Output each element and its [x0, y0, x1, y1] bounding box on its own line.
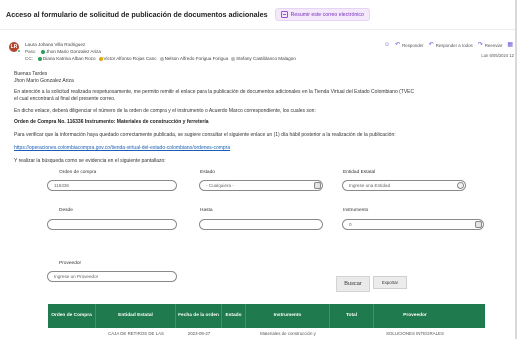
column-header: Entidad Estatal: [96, 304, 176, 328]
column-header: Instrumento: [246, 304, 330, 328]
cc-line: CC: Diana Katrina Alban Rozo Victor Alfons…: [25, 56, 296, 61]
reply-icon: ↶: [395, 42, 401, 48]
entidad-label: Entidad Estatal: [343, 170, 376, 175]
reply-button[interactable]: ↶ Responder: [395, 42, 424, 48]
summarize-email-label: Resumir este correo electrónico: [290, 11, 364, 18]
cc-recipient[interactable]: Victor Alfonso Rojas Canc: [104, 56, 157, 61]
sender-name[interactable]: Laura Johana Villa Rodriguez: [25, 42, 85, 47]
reply-all-button[interactable]: ↶ Responder a todos: [429, 42, 473, 48]
table-cell: 2023-09-27: [187, 330, 211, 336]
chevron-down-icon: [475, 221, 482, 228]
column-header: Estado: [222, 304, 246, 328]
presence-icon: [231, 56, 236, 61]
to-recipient[interactable]: Jhon Mario Gonzalez Ariza: [46, 49, 101, 54]
exportar-button[interactable]: Exportar: [373, 276, 407, 289]
table-cell: [330, 328, 374, 338]
forward-button[interactable]: ↷ Reenviar: [478, 42, 503, 48]
presence-icon: [159, 56, 164, 61]
estado-select[interactable]: - Cualquiera -: [199, 180, 323, 191]
sender-name-text: Laura Johana Villa Rodriguez: [25, 42, 86, 47]
message-pane: LR Laura Johana Villa Rodriguez Para: Jho…: [0, 31, 517, 339]
body-paragraph-2: En dicho enlace, deberá diligenciar el n…: [14, 108, 316, 114]
instrumento-select[interactable]: 0: [342, 219, 484, 230]
column-header: Fecha de la orden: [176, 304, 222, 328]
results-table: Orden de Compra Entidad Estatal Fecha de…: [48, 304, 485, 338]
estado-value: - Cualquiera -: [206, 183, 234, 188]
forward-icon: ↷: [477, 42, 483, 48]
table-cell: Materiales de construcción y: [260, 330, 316, 336]
body-paragraph-1: En atención a la solicitud realizada res…: [14, 89, 415, 95]
cc-recipient[interactable]: Nelson Alfredo Forigua Forigua: [165, 56, 229, 61]
table-cell: [222, 328, 246, 338]
body-paragraph-3: Para verificar que la información haya q…: [14, 132, 396, 138]
orden-label: Orden de compra: [59, 170, 97, 175]
reply-label: Responder: [402, 42, 424, 48]
entidad-input[interactable]: Ingrese una Entidad: [342, 180, 466, 191]
body-paragraph-1-cont: el cual encontrará al final del presente…: [14, 96, 116, 102]
proveedor-input[interactable]: Ingrese un Proveedor: [47, 271, 177, 282]
message-date: Lun 6/05/2024 12: [481, 53, 514, 58]
table-cell: [48, 328, 96, 338]
presence-icon: [37, 56, 42, 61]
proveedor-label: Proveedor: [59, 261, 82, 266]
table-cell: CAJA DE RETIROS DE LAS: [108, 330, 164, 336]
column-header: Total: [330, 304, 374, 328]
chevron-down-icon: [314, 182, 321, 189]
greeting-name: Jhon Mario Gonzalez Ariza: [14, 78, 74, 84]
cc-recipient[interactable]: Stefany Castiblanco Malagon: [236, 56, 296, 61]
presence-icon: [17, 49, 21, 53]
table-row[interactable]: CAJA DE RETIROS DE LAS 2023-09-27 Materi…: [48, 328, 485, 338]
email-window: Acceso al formulario de solicitud de pub…: [0, 0, 517, 339]
summary-icon: [280, 11, 288, 18]
table-cell: SOLUCIONES INTEGRALES: [386, 330, 444, 336]
cc-recipient[interactable]: Diana Katrina Alban Rozo: [43, 56, 96, 61]
proveedor-placeholder: Ingrese un Proveedor: [54, 274, 99, 279]
presence-icon: [40, 49, 45, 54]
summarize-email-button[interactable]: Resumir este correo electrónico: [274, 8, 370, 21]
tvec-link[interactable]: https://operaciones.colombiacompra.gov.c…: [14, 145, 230, 151]
presence-icon: [98, 56, 103, 61]
message-actions: ☺ ↶ Responder ↶ Responder a todos ↷ Reenvia…: [384, 42, 513, 48]
apps-icon[interactable]: ▦: [507, 42, 513, 48]
body-paragraph-4: Y realizar la búsqueda como se evidencia…: [14, 158, 166, 164]
table-header-row: Orden de Compra Entidad Estatal Fecha de…: [48, 304, 485, 328]
reply-all-label: Responder a todos: [435, 42, 473, 48]
email-subject: Acceso al formulario de solicitud de pub…: [6, 10, 268, 19]
greeting: Buenas Tardes: [14, 71, 48, 77]
to-line: Para: Jhon Mario Gonzalez Ariza: [25, 49, 101, 54]
to-label: Para:: [25, 49, 36, 54]
column-header[interactable]: Orden de Compra: [48, 304, 96, 328]
column-header: Proveedor: [403, 313, 427, 319]
estado-label: Estado: [200, 170, 215, 175]
emoji-icon[interactable]: ☺: [384, 42, 390, 48]
subject-bar: Acceso al formulario de solicitud de pub…: [0, 0, 517, 30]
forward-label: Reenviar: [484, 42, 503, 48]
buscar-button[interactable]: Buscar: [336, 276, 370, 292]
clear-icon: [457, 182, 464, 189]
avatar[interactable]: LR: [9, 42, 21, 53]
hasta-label: Hasta: [200, 208, 213, 213]
orden-value: 116336: [54, 183, 69, 188]
hasta-date-input[interactable]: [199, 219, 323, 230]
orden-input[interactable]: 116336: [47, 180, 177, 191]
desde-label: Desde: [59, 208, 73, 213]
entidad-placeholder: Ingrese una Entidad: [349, 183, 391, 188]
cc-label: CC:: [25, 56, 33, 61]
instrumento-value: 0: [349, 222, 352, 227]
instrumento-label: Instrumento: [343, 208, 369, 213]
reply-all-icon: ↶: [428, 42, 434, 48]
desde-date-input[interactable]: [47, 219, 177, 230]
order-line: Orden de Compra No. 116336 Instrumento: …: [14, 119, 209, 125]
